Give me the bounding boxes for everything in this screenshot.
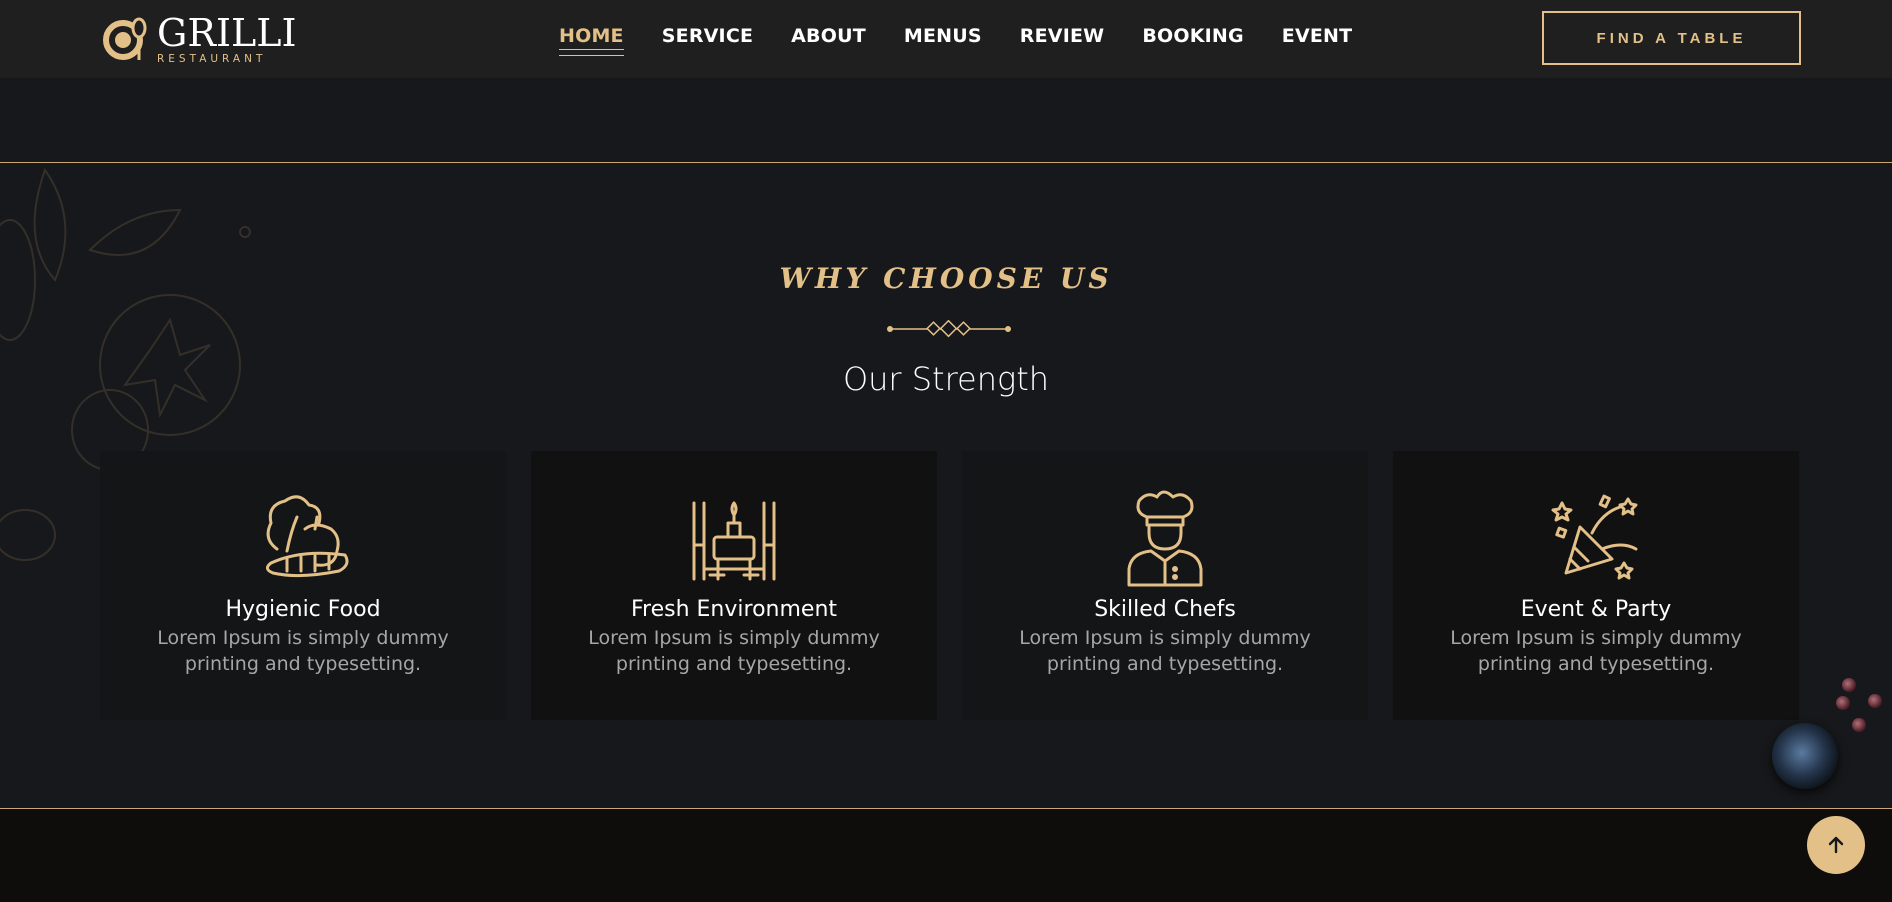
- brand-logo[interactable]: GRILLI RESTAURANT: [103, 14, 296, 65]
- nav-item-review[interactable]: REVIEW: [1020, 25, 1105, 47]
- nav-item-menus[interactable]: MENUS: [904, 25, 982, 47]
- card-fresh-environment: Fresh Environment Lorem Ipsum is simply …: [531, 451, 937, 720]
- find-table-button[interactable]: FIND A TABLE: [1542, 11, 1801, 65]
- card-description: Lorem Ipsum is simply dummy printing and…: [157, 627, 449, 675]
- nav-item-booking[interactable]: BOOKING: [1142, 25, 1243, 47]
- party-popper-icon: [1551, 494, 1638, 580]
- nav-item-event[interactable]: EVENT: [1282, 25, 1353, 47]
- berry-decoration: [1868, 694, 1882, 708]
- card-description: Lorem Ipsum is simply dummy printing and…: [1450, 627, 1742, 675]
- next-section: [0, 809, 1892, 902]
- site-header: GRILLI RESTAURANT HOME SERVICE ABOUT MEN…: [0, 0, 1892, 78]
- brand-subtitle: RESTAURANT: [157, 53, 267, 65]
- brand-title: GRILLI: [157, 11, 297, 55]
- logo-icon: [103, 16, 151, 62]
- card-title: Skilled Chefs: [1094, 597, 1236, 622]
- strength-cards: Hygienic Food Lorem Ipsum is simply dumm…: [100, 451, 1799, 720]
- card-title: Fresh Environment: [630, 597, 838, 622]
- nav-item-about[interactable]: ABOUT: [791, 25, 866, 47]
- plate-decoration: [1772, 723, 1838, 789]
- dining-table-icon: [692, 501, 776, 581]
- berry-decoration: [1836, 696, 1850, 710]
- ornament-divider-icon: [887, 320, 1011, 338]
- card-event-party: Event & Party Lorem Ipsum is simply dumm…: [1393, 451, 1799, 720]
- card-hygienic-food: Hygienic Food Lorem Ipsum is simply dumm…: [100, 451, 506, 720]
- card-skilled-chefs: Skilled Chefs Lorem Ipsum is simply dumm…: [962, 451, 1368, 720]
- card-title: Hygienic Food: [225, 597, 381, 622]
- berry-decoration: [1842, 678, 1856, 692]
- section-heading: Our Strength: [842, 360, 1050, 398]
- card-description: Lorem Ipsum is simply dummy printing and…: [1019, 627, 1311, 675]
- nav-item-service[interactable]: SERVICE: [662, 25, 753, 47]
- card-title: Event & Party: [1520, 597, 1672, 622]
- spacer: [0, 78, 1892, 162]
- vegetables-icon: [266, 495, 349, 578]
- nav-item-home[interactable]: HOME: [559, 25, 624, 56]
- main-nav: HOME SERVICE ABOUT MENUS REVIEW BOOKING …: [559, 25, 1353, 56]
- card-description: Lorem Ipsum is simply dummy printing and…: [588, 627, 880, 675]
- chef-icon: [1127, 490, 1203, 587]
- scroll-to-top-button[interactable]: [1807, 816, 1865, 874]
- arrow-up-icon: [1828, 836, 1844, 854]
- berry-decoration: [1852, 718, 1866, 732]
- section-kicker: WHY CHOOSE US: [779, 262, 1113, 295]
